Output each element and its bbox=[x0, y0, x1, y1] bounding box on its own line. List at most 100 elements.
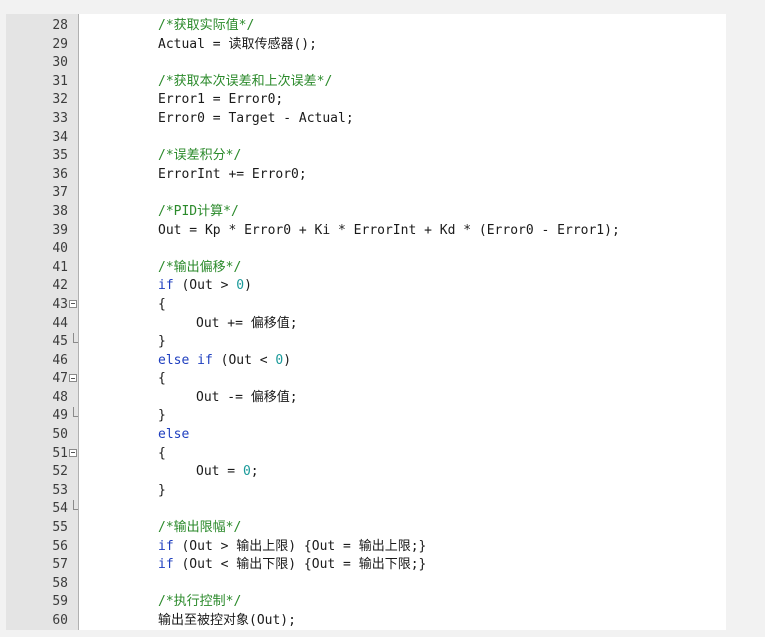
code-text[interactable]: /*输出偏移*/ bbox=[88, 259, 241, 278]
line-number: 34 bbox=[52, 129, 68, 145]
code-text[interactable]: else if (Out < 0) bbox=[88, 352, 291, 371]
code-token: (Out > 输出上限) {Out = 输出上限;} bbox=[173, 538, 427, 554]
code-line[interactable]: 51 { bbox=[6, 445, 726, 464]
code-line[interactable]: 36 ErrorInt += Error0; bbox=[6, 166, 726, 185]
code-text[interactable]: { bbox=[88, 296, 166, 315]
code-text[interactable]: /*PID计算*/ bbox=[88, 203, 239, 222]
code-token: (Out > bbox=[173, 278, 237, 294]
code-line[interactable]: 31 /*获取本次误差和上次误差*/ bbox=[6, 73, 726, 92]
fold-end-mark bbox=[73, 333, 78, 344]
line-number: 52 bbox=[52, 464, 68, 480]
code-text[interactable]: /*获取本次误差和上次误差*/ bbox=[88, 73, 332, 92]
line-number: 28 bbox=[52, 18, 68, 33]
line-number: 43 bbox=[52, 296, 68, 312]
code-line[interactable]: 53} bbox=[6, 482, 726, 501]
code-line[interactable]: 50 else bbox=[6, 426, 726, 445]
line-number: 53 bbox=[52, 482, 68, 498]
code-text[interactable] bbox=[88, 500, 158, 519]
code-text[interactable] bbox=[88, 129, 158, 148]
line-number: 40 bbox=[52, 241, 68, 257]
line-number: 47 bbox=[52, 371, 68, 387]
fold-end-icon bbox=[68, 500, 79, 519]
code-text[interactable]: { bbox=[88, 445, 166, 464]
line-number: 33 bbox=[52, 110, 68, 126]
code-line[interactable]: 48 Out -= 偏移值; bbox=[6, 389, 726, 408]
line-number: 56 bbox=[52, 538, 68, 554]
code-line[interactable]: 56 if (Out > 输出上限) {Out = 输出上限;} bbox=[6, 538, 726, 557]
code-text[interactable]: Out = Kp * Error0 + Ki * ErrorInt + Kd *… bbox=[88, 222, 620, 241]
code-text[interactable]: } bbox=[88, 333, 166, 352]
code-text[interactable]: } bbox=[88, 482, 166, 501]
fold-collapse-icon[interactable] bbox=[68, 445, 79, 464]
code-line[interactable]: 41 /*输出偏移*/ bbox=[6, 259, 726, 278]
code-text[interactable]: 输出至被控对象(Out); bbox=[88, 612, 296, 630]
code-line[interactable]: 38 /*PID计算*/ bbox=[6, 203, 726, 222]
code-text[interactable]: Error0 = Target - Actual; bbox=[88, 110, 354, 129]
code-text[interactable]: if (Out > 输出上限) {Out = 输出上限;} bbox=[88, 538, 426, 557]
code-text[interactable]: /*误差积分*/ bbox=[88, 147, 241, 166]
code-text[interactable]: Out = 0; bbox=[88, 463, 259, 482]
code-line[interactable]: 37 bbox=[6, 184, 726, 203]
code-number: 0 bbox=[242, 464, 251, 480]
code-token: Out += 偏移值; bbox=[196, 315, 298, 331]
code-text[interactable]: if (Out < 输出下限) {Out = 输出下限;} bbox=[88, 556, 426, 575]
code-token: } bbox=[158, 408, 166, 424]
line-number: 54 bbox=[52, 501, 68, 517]
code-line[interactable]: 42 if (Out > 0) bbox=[6, 277, 726, 296]
code-line[interactable]: 59 /*执行控制*/ bbox=[6, 593, 726, 612]
code-keyword: if bbox=[158, 557, 174, 573]
code-line[interactable]: 45} bbox=[6, 333, 726, 352]
code-line[interactable]: 39 Out = Kp * Error0 + Ki * ErrorInt + Kd… bbox=[6, 222, 726, 241]
code-line[interactable]: 60 输出至被控对象(Out); bbox=[6, 612, 726, 630]
code-line[interactable]: 29 Actual = 读取传感器(); bbox=[6, 36, 726, 55]
code-text[interactable] bbox=[88, 575, 158, 594]
code-text[interactable] bbox=[88, 54, 158, 73]
code-line[interactable]: 33 Error0 = Target - Actual; bbox=[6, 110, 726, 129]
code-line[interactable]: 35 /*误差积分*/ bbox=[6, 147, 726, 166]
code-editor[interactable]: 28 /*获取实际值*/ 29 Actual = 读取传感器(); 30 31 /*获取本次… bbox=[6, 14, 726, 630]
code-text[interactable]: Out -= 偏移值; bbox=[88, 389, 298, 408]
code-text[interactable]: Out += 偏移值; bbox=[88, 315, 298, 334]
code-text[interactable]: if (Out > 0) bbox=[88, 277, 252, 296]
code-text[interactable]: /*获取实际值*/ bbox=[88, 17, 254, 36]
code-text[interactable]: } bbox=[88, 407, 166, 426]
code-line[interactable]: 32 Error1 = Error0; bbox=[6, 91, 726, 110]
code-line[interactable]: 58 bbox=[6, 575, 726, 594]
code-line[interactable]: 28 /*获取实际值*/ bbox=[6, 17, 726, 36]
code-line[interactable]: 47 { bbox=[6, 370, 726, 389]
code-token: { bbox=[158, 296, 166, 312]
code-text[interactable]: ErrorInt += Error0; bbox=[88, 166, 307, 185]
code-line[interactable]: 30 bbox=[6, 54, 726, 73]
line-number: 31 bbox=[52, 73, 68, 89]
code-comment: /*执行控制*/ bbox=[158, 594, 242, 610]
code-line[interactable]: 57 if (Out < 输出下限) {Out = 输出下限;} bbox=[6, 556, 726, 575]
line-number: 39 bbox=[52, 222, 68, 238]
code-line[interactable]: 52 Out = 0; bbox=[6, 463, 726, 482]
code-line[interactable]: 44 Out += 偏移值; bbox=[6, 315, 726, 334]
code-text[interactable]: /*输出限幅*/ bbox=[88, 519, 241, 538]
code-token: ) bbox=[283, 352, 292, 368]
code-line[interactable]: 43 { bbox=[6, 296, 726, 315]
code-text[interactable] bbox=[88, 184, 158, 203]
code-text[interactable]: Actual = 读取传感器(); bbox=[88, 36, 317, 55]
code-line[interactable]: 55 /*输出限幅*/ bbox=[6, 519, 726, 538]
code-line[interactable]: 40 bbox=[6, 240, 726, 259]
code-text[interactable]: { bbox=[88, 370, 166, 389]
line-number: 58 bbox=[52, 575, 68, 591]
fold-collapse-icon[interactable] bbox=[68, 296, 79, 315]
code-line[interactable]: 34 bbox=[6, 129, 726, 148]
fold-end-icon bbox=[68, 333, 79, 352]
code-text[interactable]: else bbox=[88, 426, 189, 445]
line-number: 60 bbox=[52, 613, 68, 628]
code-text[interactable]: /*执行控制*/ bbox=[88, 593, 241, 612]
code-text[interactable] bbox=[88, 240, 158, 259]
line-number: 51 bbox=[52, 445, 68, 461]
code-token: 输出至被控对象(Out); bbox=[158, 613, 296, 628]
code-token: ; bbox=[250, 464, 259, 480]
code-text[interactable]: Error1 = Error0; bbox=[88, 91, 283, 110]
code-line[interactable]: 49} bbox=[6, 407, 726, 426]
code-line[interactable]: 46 else if (Out < 0) bbox=[6, 352, 726, 371]
fold-collapse-icon[interactable] bbox=[68, 370, 79, 389]
line-number: 38 bbox=[52, 203, 68, 219]
code-line[interactable]: 54 bbox=[6, 500, 726, 519]
